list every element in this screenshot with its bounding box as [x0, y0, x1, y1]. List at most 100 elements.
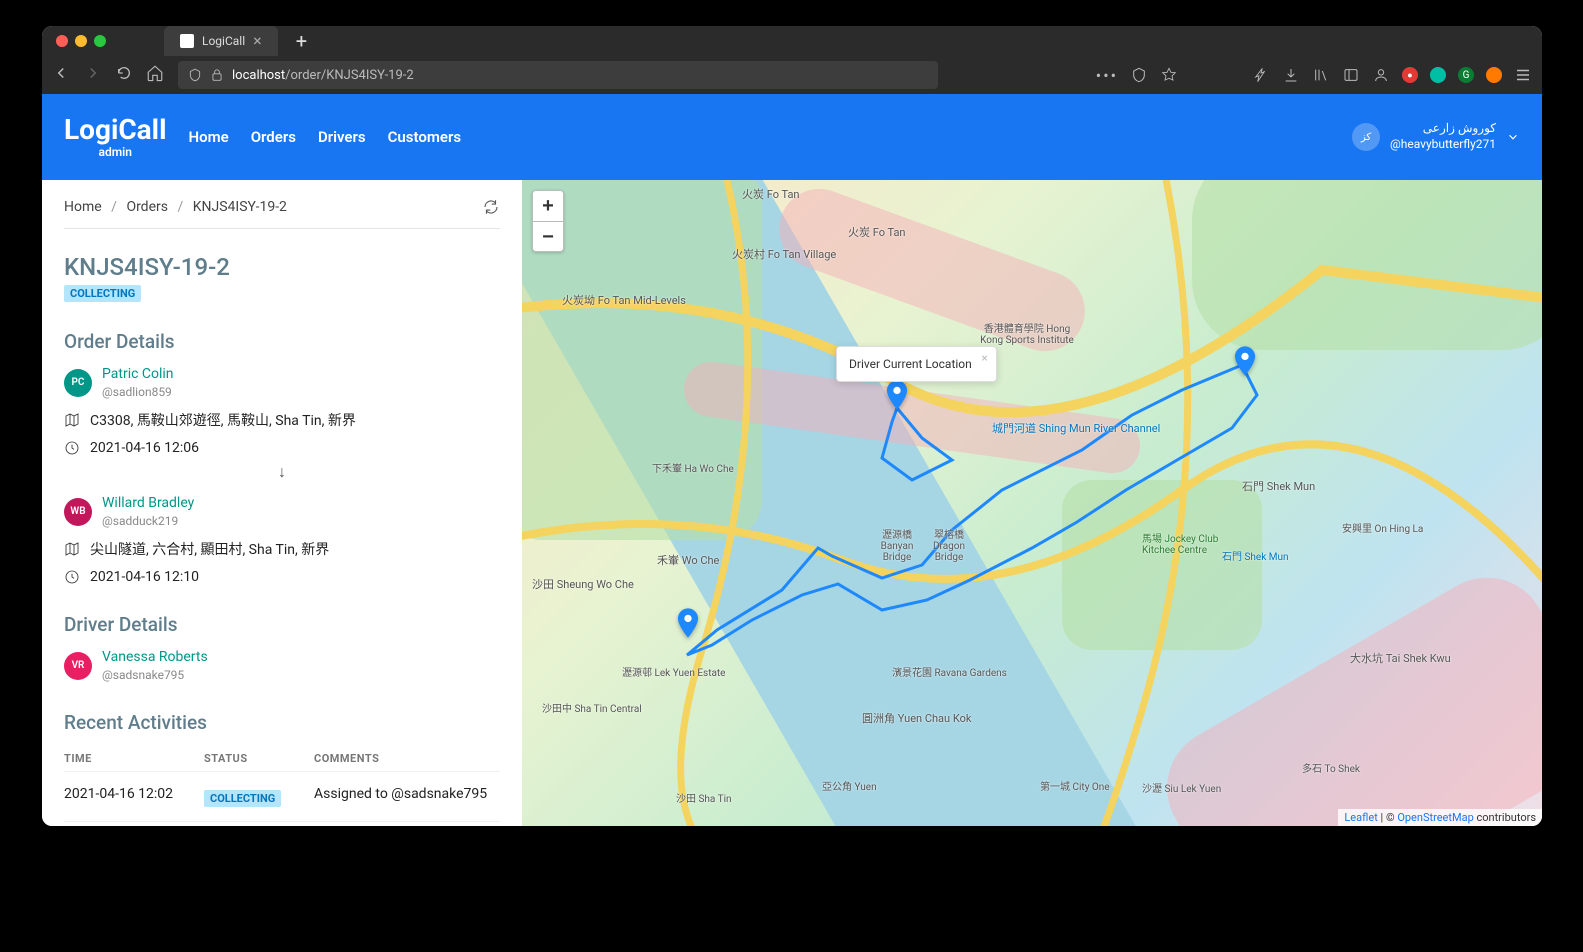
table-row: 2021-04-16 APPROVED Approve by: [64, 822, 500, 826]
map[interactable]: Driver Current Location × + − 火炭 Fo Tan …: [522, 180, 1542, 826]
nav-drivers[interactable]: Drivers: [318, 128, 366, 146]
brand[interactable]: LogiCall admin: [64, 116, 166, 158]
url-path: /order/KNJS4ISY-19-2: [285, 68, 414, 83]
user-display-name: کوروش زارعی: [1423, 121, 1496, 137]
library-icon[interactable]: [1312, 66, 1330, 84]
map-label: 濱景花園 Ravana Gardens: [892, 664, 1007, 679]
map-label: 瀝源橋 Banyan Bridge: [872, 526, 922, 563]
zoom-in-button[interactable]: +: [533, 191, 563, 221]
nav-customers[interactable]: Customers: [388, 128, 461, 146]
map-label: 石門 Shek Mun: [1242, 478, 1315, 494]
url-domain: localhost: [232, 68, 285, 83]
brand-name: LogiCall: [64, 116, 166, 144]
user-handle: @heavybutterfly271: [1390, 137, 1496, 153]
new-tab-button[interactable]: +: [296, 29, 307, 53]
nav-reload-icon[interactable]: [116, 65, 132, 85]
ext-green-icon[interactable]: G: [1458, 67, 1474, 83]
from-address: C3308, 馬鞍山郊遊徑, 馬鞍山, Sha Tin, 新界: [90, 410, 356, 430]
driver-handle: @sadsnake795: [102, 667, 208, 683]
window-minimize[interactable]: [75, 35, 87, 47]
map-label: 大水坑 Tai Shek Kwu: [1350, 650, 1451, 666]
browser-tab[interactable]: LogiCall ×: [164, 26, 278, 56]
leaflet-link[interactable]: Leaflet: [1344, 811, 1377, 824]
map-label: 火炭村 Fo Tan Village: [732, 246, 836, 262]
to-time-row: 2021-04-16 12:10: [64, 569, 500, 585]
map-label: 沙田 Sheung Wo Che: [532, 576, 634, 592]
window-close[interactable]: [56, 35, 68, 47]
window-maximize[interactable]: [94, 35, 106, 47]
downloads-icon[interactable]: [1282, 66, 1300, 84]
ext-orange-icon[interactable]: [1486, 67, 1502, 83]
profile-icon[interactable]: [1372, 66, 1390, 84]
nav-back-icon[interactable]: [52, 64, 70, 86]
order-status-badge: COLLECTING: [64, 285, 141, 302]
reader-icon[interactable]: [1130, 66, 1148, 84]
map-marker-origin[interactable]: [1234, 346, 1256, 376]
driver-avatar: VR: [64, 652, 92, 680]
col-time: TIME: [64, 746, 204, 772]
map-label: 沙田 Sha Tin: [676, 790, 732, 805]
driver-person[interactable]: VR Vanessa Roberts @sadsnake795: [64, 648, 500, 683]
tooltip-close-icon[interactable]: ×: [981, 351, 987, 365]
map-label: 第一城 City One: [1040, 778, 1110, 793]
hamburger-icon[interactable]: [1514, 66, 1532, 84]
to-address-row: 尖山隧道, 六合村, 顯田村, Sha Tin, 新界: [64, 539, 500, 559]
devtools-icon[interactable]: [1252, 66, 1270, 84]
map-label: 圓洲角 Yuen Chau Kok: [862, 710, 971, 726]
from-address-row: C3308, 馬鞍山郊遊徑, 馬鞍山, Sha Tin, 新界: [64, 410, 500, 430]
app-navbar: LogiCall admin Home Orders Drivers Custo…: [42, 94, 1542, 180]
map-label: 沙田中 Sha Tin Central: [542, 700, 642, 715]
app-root: LogiCall admin Home Orders Drivers Custo…: [42, 94, 1542, 826]
user-menu[interactable]: کز کوروش زارعی @heavybutterfly271: [1352, 121, 1520, 152]
chevron-down-icon: [1506, 130, 1520, 144]
map-attribution: Leaflet | © OpenStreetMap contributors: [1338, 809, 1542, 826]
cell-time: 2021-04-16: [64, 822, 204, 826]
map-marker-driver[interactable]: [886, 380, 908, 410]
bookmark-icon[interactable]: [1160, 66, 1178, 84]
tab-favicon: [180, 34, 194, 48]
zoom-out-button[interactable]: −: [533, 221, 563, 251]
tab-close-icon[interactable]: ×: [253, 33, 262, 49]
section-order-details: Order Details: [64, 330, 500, 353]
map-marker-destination[interactable]: [677, 608, 699, 638]
crumb-orders[interactable]: Orders: [126, 199, 168, 215]
from-avatar: PC: [64, 369, 92, 397]
from-handle: @sadlion859: [102, 384, 174, 400]
from-time: 2021-04-16 12:06: [90, 440, 199, 456]
arrow-down-icon: ↓: [64, 462, 500, 482]
driver-name: Vanessa Roberts: [102, 648, 208, 667]
nav-orders[interactable]: Orders: [251, 128, 296, 146]
content: Home / Orders / KNJS4ISY-19-2 KNJS4ISY-1…: [42, 180, 1542, 826]
nav-links: Home Orders Drivers Customers: [188, 128, 461, 146]
to-person[interactable]: WB Willard Bradley @sadduck219: [64, 494, 500, 529]
nav-home[interactable]: Home: [188, 128, 228, 146]
map-label: 沙瀝 Siu Lek Yuen: [1142, 780, 1221, 795]
map-label: 下禾輋 Ha Wo Che: [652, 460, 734, 475]
osm-link[interactable]: OpenStreetMap: [1397, 811, 1473, 824]
url-input[interactable]: localhost/order/KNJS4ISY-19-2: [178, 61, 938, 89]
ext-teal-icon[interactable]: [1430, 67, 1446, 83]
map-label: 火炭 Fo Tan: [742, 186, 800, 202]
order-panel[interactable]: Home / Orders / KNJS4ISY-19-2 KNJS4ISY-1…: [42, 180, 522, 826]
map-label: 禾輋 Wo Che: [657, 552, 719, 568]
zoom-controls: + −: [532, 190, 564, 252]
nav-forward-icon[interactable]: [84, 64, 102, 86]
tooltip-text: Driver Current Location: [849, 357, 972, 371]
map-label: 亞公角 Yuen: [822, 778, 877, 793]
map-label: 火炭坳 Fo Tan Mid-Levels: [562, 292, 686, 308]
map-label: 馬場 Jockey Club Kitchee Centre: [1142, 530, 1232, 556]
route-polyline: [522, 180, 1542, 826]
shield-icon: [188, 68, 202, 82]
ext-red-icon[interactable]: ●: [1402, 67, 1418, 83]
crumb-home[interactable]: Home: [64, 199, 102, 215]
section-recent: Recent Activities: [64, 711, 500, 734]
more-icon[interactable]: •••: [1096, 66, 1118, 85]
refresh-icon[interactable]: [482, 198, 500, 216]
nav-home-icon[interactable]: [146, 64, 164, 86]
cell-comment: Approve by: [314, 822, 500, 826]
clock-icon: [64, 569, 80, 585]
recent-table: TIME STATUS COMMENTS 2021-04-16 12:02 CO…: [64, 746, 500, 826]
sidebar-icon[interactable]: [1342, 66, 1360, 84]
from-person[interactable]: PC Patric Colin @sadlion859: [64, 365, 500, 400]
map-label: 瀝源邨 Lek Yuen Estate: [622, 664, 725, 679]
